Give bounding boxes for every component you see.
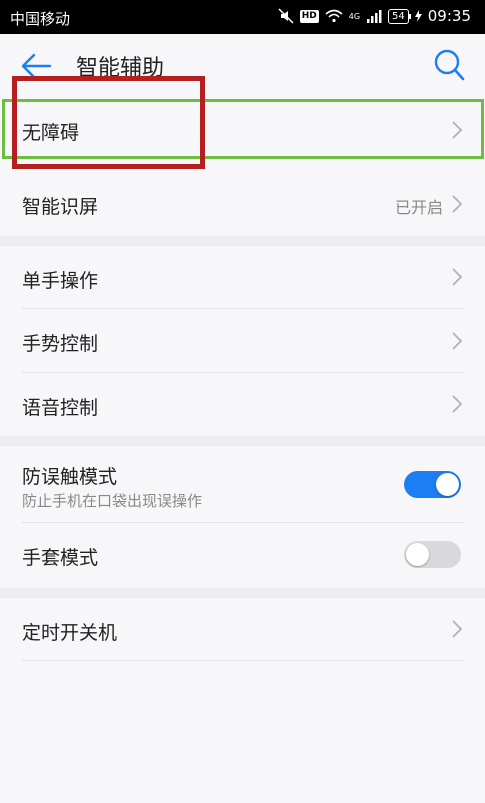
toggle-knob — [406, 543, 429, 566]
hd-icon: HD — [299, 9, 319, 23]
accessibility-row[interactable]: 无障碍 — [0, 98, 485, 162]
glove-mode-row: 手套模式 — [0, 523, 485, 586]
charging-icon — [414, 10, 422, 22]
mute-icon — [278, 8, 294, 24]
search-icon[interactable] — [433, 48, 465, 82]
battery-icon: 54 — [388, 8, 411, 24]
one-hand-row[interactable]: 单手操作 — [0, 246, 485, 308]
network-type-label: 4G — [348, 11, 361, 21]
chevron-right-icon — [452, 620, 463, 638]
smart-screen-status: 已开启 — [394, 198, 443, 217]
signal-icon — [367, 10, 382, 23]
scheduled-power-label: 定时开关机 — [22, 622, 118, 644]
scheduled-power-row[interactable]: 定时开关机 — [0, 598, 485, 660]
chevron-right-icon — [452, 395, 463, 413]
accidental-touch-toggle[interactable] — [404, 471, 461, 498]
carrier-name: 中国移动 — [10, 10, 71, 28]
smart-screen-label: 智能识屏 — [22, 196, 99, 218]
section-gap — [0, 588, 485, 598]
app-bar: 智能辅助 — [0, 34, 485, 98]
status-icons: HD 4G 54 09:35 — [278, 7, 471, 25]
smart-screen-row[interactable]: 智能识屏 已开启 — [0, 172, 485, 236]
accessibility-label: 无障碍 — [22, 122, 80, 144]
voice-row[interactable]: 语音控制 — [0, 373, 485, 436]
gesture-row[interactable]: 手势控制 — [0, 309, 485, 372]
chevron-right-icon — [452, 268, 463, 286]
clock: 09:35 — [427, 7, 471, 25]
one-hand-label: 单手操作 — [22, 270, 99, 292]
wifi-icon — [325, 9, 343, 23]
glove-mode-toggle[interactable] — [404, 541, 461, 568]
section-gap — [0, 436, 485, 446]
accidental-touch-label: 防误触模式 — [22, 466, 118, 488]
status-bar: 中国移动 HD 4G 54 09:35 — [0, 0, 485, 34]
accidental-touch-description: 防止手机在口袋出现误操作 — [22, 492, 203, 510]
voice-label: 语音控制 — [22, 397, 99, 419]
back-arrow-icon[interactable] — [20, 50, 54, 82]
glove-mode-label: 手套模式 — [22, 547, 99, 569]
divider — [22, 660, 465, 661]
chevron-right-icon — [452, 332, 463, 350]
toggle-knob — [436, 473, 459, 496]
chevron-right-icon — [452, 121, 463, 139]
accidental-touch-row: 防误触模式 防止手机在口袋出现误操作 — [0, 446, 485, 522]
chevron-right-icon — [452, 195, 463, 213]
page-title: 智能辅助 — [76, 56, 165, 81]
section-gap — [0, 236, 485, 246]
gesture-label: 手势控制 — [22, 333, 99, 355]
